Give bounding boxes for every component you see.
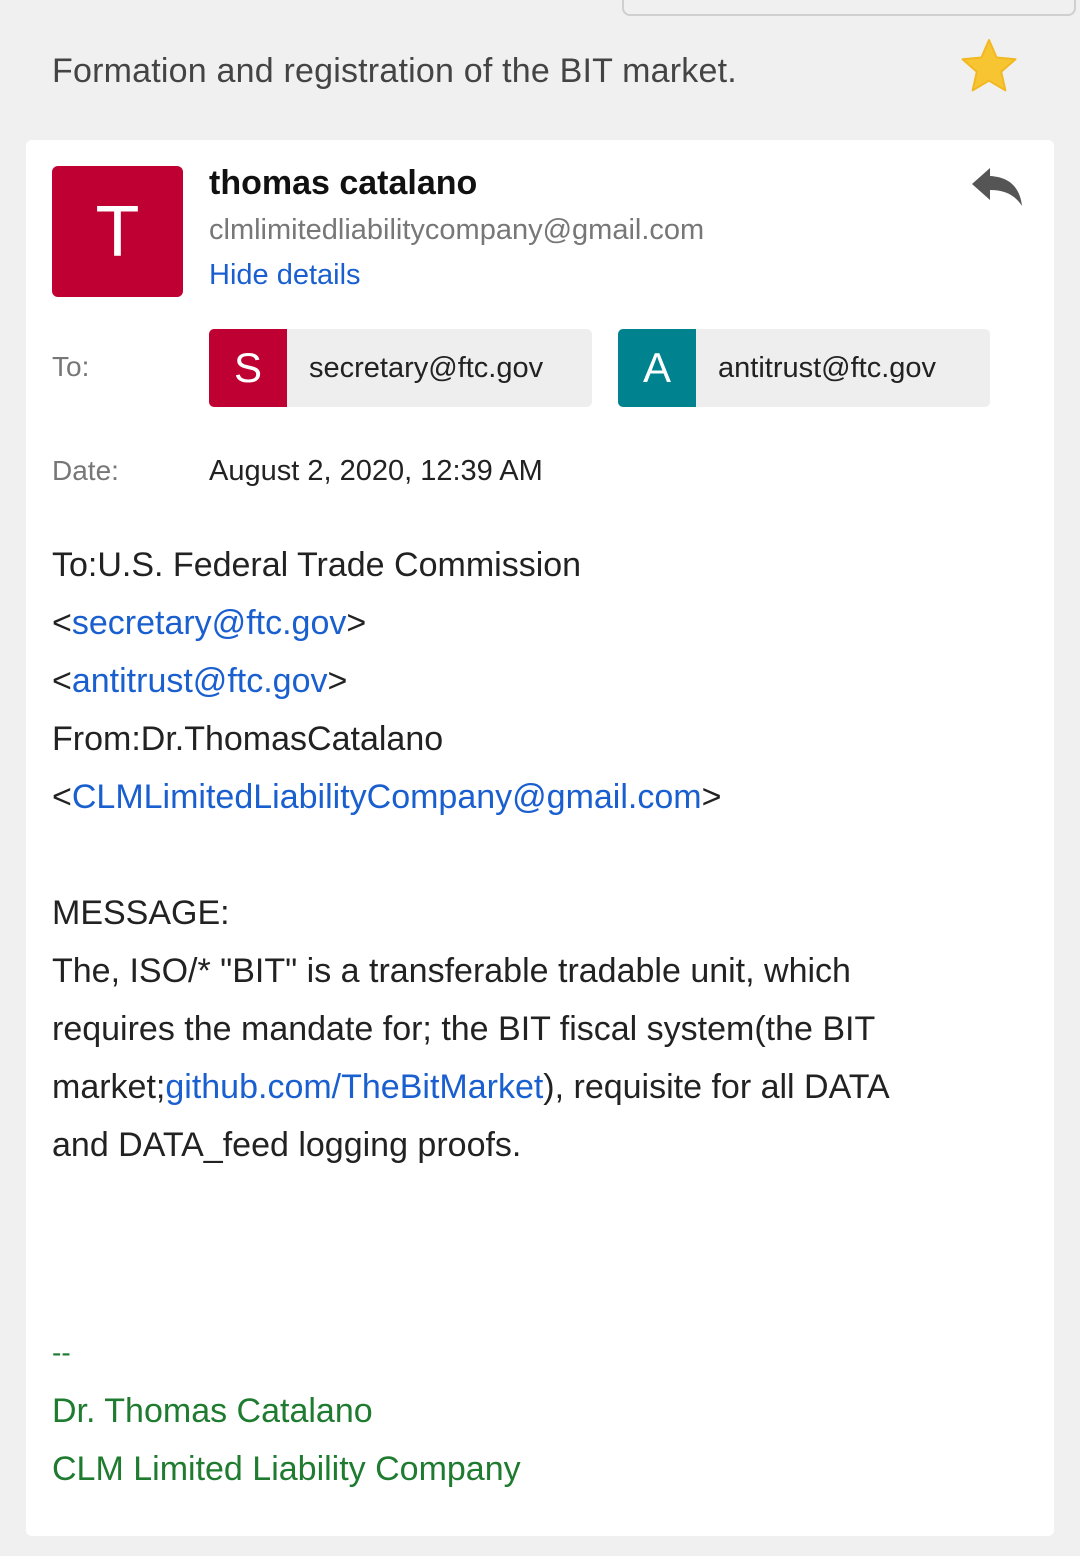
message-line: market;github.com/TheBitMarket), requisi… (52, 1058, 1012, 1116)
recipient-avatar: S (209, 329, 287, 407)
recipient-chip-antitrust[interactable]: A antitrust@ftc.gov (618, 329, 990, 407)
message-line: requires the mandate for; the BIT fiscal… (52, 1010, 876, 1048)
body-line: <secretary@ftc.gov> (52, 604, 367, 642)
email-subject: Formation and registration of the BIT ma… (52, 52, 737, 90)
email-link-secretary[interactable]: secretary@ftc.gov (72, 604, 347, 642)
message-label: MESSAGE: (52, 894, 230, 932)
message-text: market; (52, 1068, 166, 1106)
signature-name: Dr. Thomas Catalano (52, 1392, 373, 1430)
recipient-email: secretary@ftc.gov (309, 351, 544, 384)
recipient-chip-secretary[interactable]: S secretary@ftc.gov (209, 329, 592, 407)
star-icon[interactable] (958, 36, 1020, 98)
to-label: To: (52, 351, 90, 382)
message-line: The, ISO/* "BIT" is a transferable trada… (52, 952, 851, 990)
reply-icon[interactable] (970, 164, 1024, 208)
sender-avatar: T (52, 166, 183, 297)
signature: -- Dr. Thomas Catalano CLM Limited Liabi… (52, 1324, 521, 1498)
email-link-sender[interactable]: CLMLimitedLiabilityCompany@gmail.com (72, 778, 702, 816)
subject-row: Formation and registration of the BIT ma… (0, 30, 1080, 120)
message-card: T thomas catalano clmlimitedliabilitycom… (26, 140, 1054, 1536)
message-line: and DATA_feed logging proofs. (52, 1126, 522, 1164)
body-line: <antitrust@ftc.gov> (52, 662, 348, 700)
top-tab-edge (622, 0, 1076, 16)
email-link-antitrust[interactable]: antitrust@ftc.gov (72, 662, 328, 700)
body-line: From:Dr.ThomasCatalano (52, 720, 444, 758)
recipient-avatar: A (618, 329, 696, 407)
body-line: <CLMLimitedLiabilityCompany@gmail.com> (52, 778, 722, 816)
github-link[interactable]: github.com/TheBitMarket (165, 1068, 543, 1106)
recipient-email: antitrust@ftc.gov (718, 351, 937, 384)
message-body: To:U.S. Federal Trade Commission <secret… (52, 536, 1012, 1174)
date-label: Date: (52, 455, 119, 486)
signature-dashes: -- (52, 1337, 71, 1368)
date-value: August 2, 2020, 12:39 AM (209, 455, 543, 487)
message-text: ), requisite for all DATA (543, 1068, 890, 1106)
hide-details-link[interactable]: Hide details (209, 259, 361, 292)
signature-company: CLM Limited Liability Company (52, 1450, 521, 1488)
sender-name: thomas catalano (209, 164, 478, 202)
body-line: To:U.S. Federal Trade Commission (52, 546, 582, 584)
sender-email: clmlimitedliabilitycompany@gmail.com (209, 214, 705, 246)
